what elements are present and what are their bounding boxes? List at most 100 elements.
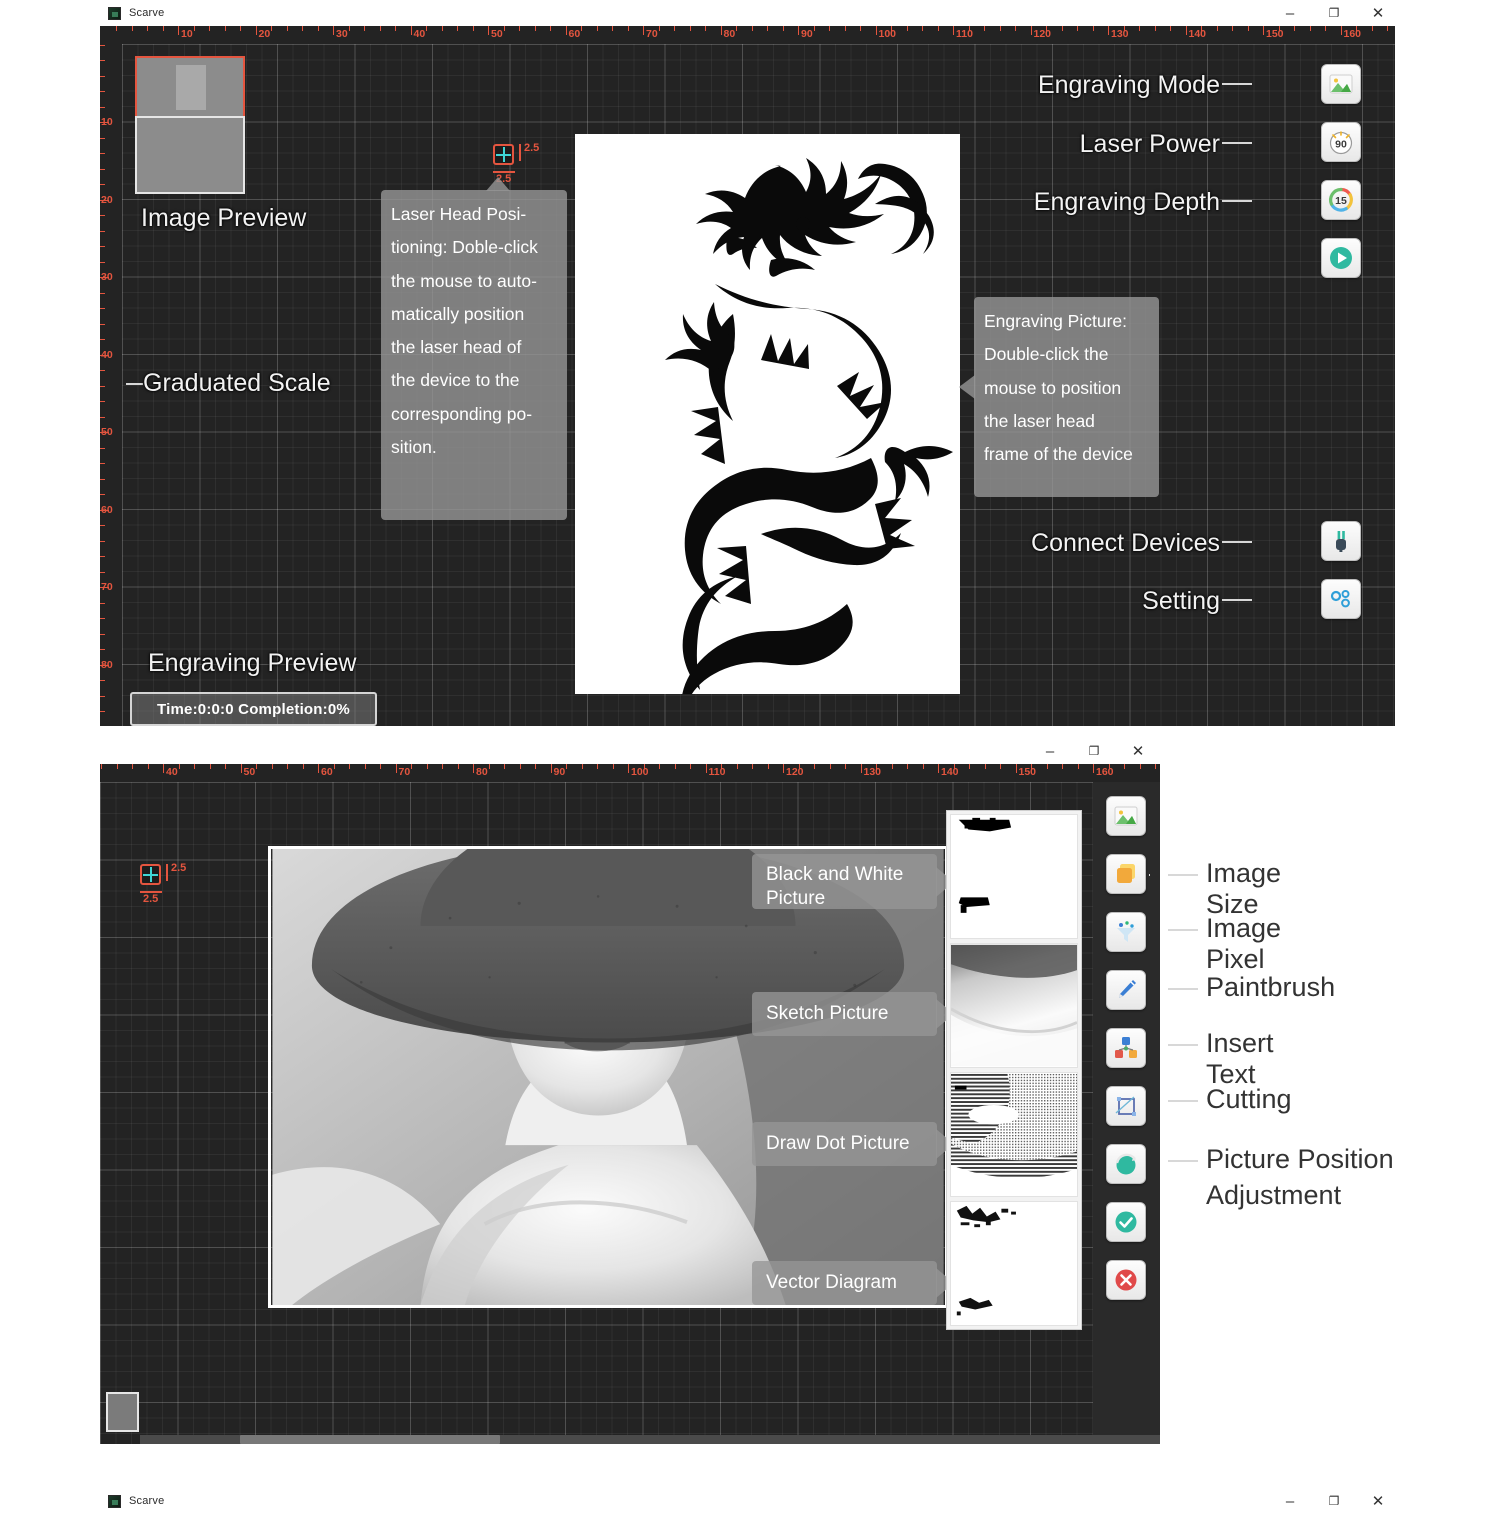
ruler-tick-minor <box>844 26 846 31</box>
ruler-label: 130 <box>1111 28 1129 40</box>
laser-head-crosshair-marker-2[interactable]: 2.5 2.5 <box>140 862 186 905</box>
setting-button[interactable] <box>1321 579 1361 619</box>
leader-image-size <box>1149 874 1150 876</box>
ruler-tick-minor <box>782 26 784 31</box>
ruler-tick-minor <box>1278 26 1280 31</box>
ruler-tick-minor <box>968 26 970 31</box>
paintbrush-button[interactable] <box>1106 970 1146 1010</box>
ruler-tick-major <box>565 26 567 35</box>
close-button[interactable]: ✕ <box>1356 1488 1400 1514</box>
preview-thumbnail-strip[interactable] <box>946 810 1082 1330</box>
ruler-label: 20 <box>101 193 113 206</box>
image-preview-thumbnail[interactable] <box>135 116 245 194</box>
ruler-tick-minor <box>100 215 105 216</box>
image-preview-selection[interactable] <box>135 56 245 118</box>
ruler-label: 70 <box>101 581 113 593</box>
connect-devices-button[interactable] <box>1321 521 1361 561</box>
workspace-canvas-window1[interactable]: 10 20 30 40 50 60 70 80 90 100 110 120 130 140 150 160 … <box>100 26 1395 726</box>
leader-laser-power <box>1222 142 1252 144</box>
thumbnail-draw-dot[interactable] <box>950 1072 1078 1197</box>
ruler-tick-minor <box>658 26 660 31</box>
workspace-canvas-window2[interactable]: 40 50 60 70 80 90 100 110 120 130 140 150 160 2.5 2.… <box>100 764 1160 1444</box>
thumbnail-sketch[interactable] <box>950 943 1078 1068</box>
ruler-tick-minor <box>100 385 105 387</box>
cancel-button[interactable] <box>1106 1260 1146 1300</box>
ruler-tick-minor <box>535 764 536 769</box>
photo-canvas-image[interactable] <box>268 846 948 1308</box>
ruler-label: 30 <box>101 271 113 283</box>
engraving-mode-button[interactable] <box>1321 64 1361 104</box>
ruler-tick-minor <box>224 26 226 31</box>
engraving-picture-artboard[interactable] <box>575 134 960 694</box>
laser-head-crosshair-marker[interactable]: 2.5 2.5 <box>493 142 539 185</box>
ruler-tick-major <box>333 26 334 35</box>
crosshair-v-tick <box>519 144 521 161</box>
ruler-tick-minor <box>906 26 908 31</box>
paintbrush-icon <box>1119 980 1136 998</box>
minimize-button[interactable]: – <box>1268 1488 1312 1514</box>
ruler-tick-major <box>410 26 412 35</box>
ruler-tick-minor <box>488 764 490 769</box>
tooltip-engraving-picture: Engraving Picture: Double-click the mous… <box>959 297 1159 497</box>
horizontal-scrollbar-thumb[interactable] <box>240 1435 500 1444</box>
tooltip-line: sition. <box>391 436 437 457</box>
engraving-depth-button[interactable]: 15 <box>1321 180 1361 220</box>
picture-position-adjustment-button[interactable] <box>1106 1144 1146 1184</box>
tooltip-line: frame of the device <box>984 444 1133 464</box>
ruler-tick-minor <box>100 711 105 712</box>
start-engraving-button[interactable] <box>1321 238 1361 278</box>
ruler-tick-minor <box>271 26 272 31</box>
minimize-button[interactable]: – <box>1028 738 1072 764</box>
crosshair-box-icon <box>140 864 161 885</box>
ruler-tick-minor <box>519 26 520 31</box>
cutting-button[interactable] <box>1106 1086 1146 1126</box>
minimize-button[interactable]: – <box>1268 0 1312 26</box>
image-pixel-button[interactable] <box>1106 912 1146 952</box>
ruler-tick-minor <box>1015 26 1016 31</box>
ruler-label: 60 <box>568 28 581 40</box>
tooltip-line: Laser Head Posi- <box>391 204 527 224</box>
ruler-label: 70 <box>646 28 658 40</box>
ruler-tick-minor <box>550 26 551 31</box>
maximize-button[interactable]: ❐ <box>1312 1488 1356 1514</box>
ruler-tick-minor <box>798 764 800 769</box>
image-button[interactable] <box>1106 796 1146 836</box>
ruler-tick-minor <box>100 540 105 542</box>
ruler-tick-minor <box>1046 26 1047 31</box>
mini-image-preview[interactable] <box>106 1392 139 1432</box>
ruler-tick-minor <box>256 764 257 769</box>
ruler-tick-minor <box>1123 26 1125 31</box>
confirm-button[interactable] <box>1106 1202 1146 1242</box>
callout-black-and-white-picture: Black and White Picture <box>752 854 954 909</box>
close-button[interactable]: ✕ <box>1356 0 1400 26</box>
maximize-button[interactable]: ❐ <box>1072 738 1116 764</box>
maximize-button[interactable]: ❐ <box>1312 0 1356 26</box>
ruler-label: 80 <box>723 28 736 40</box>
leader-engraving-mode <box>1222 83 1252 85</box>
ruler-tick-minor <box>348 26 350 31</box>
ruler-tick-minor <box>100 168 105 170</box>
ruler-tick-major <box>628 764 629 773</box>
ruler-tick-minor <box>395 26 396 31</box>
ruler-tick-major <box>938 764 939 773</box>
insert-text-button[interactable] <box>1106 1028 1146 1068</box>
ruler-tick-minor <box>674 26 675 31</box>
ruler-tick-minor <box>984 26 985 31</box>
ruler-tick-major <box>860 764 862 773</box>
thumbnail-black-and-white[interactable] <box>950 814 1078 939</box>
thumbnail-vector[interactable] <box>950 1201 1078 1326</box>
window-title: Scarve <box>129 7 165 19</box>
image-size-button[interactable] <box>1106 854 1146 894</box>
ruler-label: 70 <box>398 766 411 778</box>
ruler-tick-minor <box>162 26 164 31</box>
ruler-tick-minor <box>829 26 830 31</box>
label-paintbrush: Paintbrush <box>1206 972 1336 1002</box>
laser-power-button[interactable]: 90 <box>1321 122 1361 162</box>
label-image-pixel: Image Pixel <box>1206 913 1282 974</box>
close-button[interactable]: ✕ <box>1116 738 1160 764</box>
ruler-tick-minor <box>411 764 412 769</box>
tooltip-line: the laser head <box>984 410 1095 431</box>
crosshair-x-value: 2.5 <box>171 862 187 874</box>
ruler-tick-minor <box>876 764 877 769</box>
ruler-tick-minor <box>922 764 924 769</box>
